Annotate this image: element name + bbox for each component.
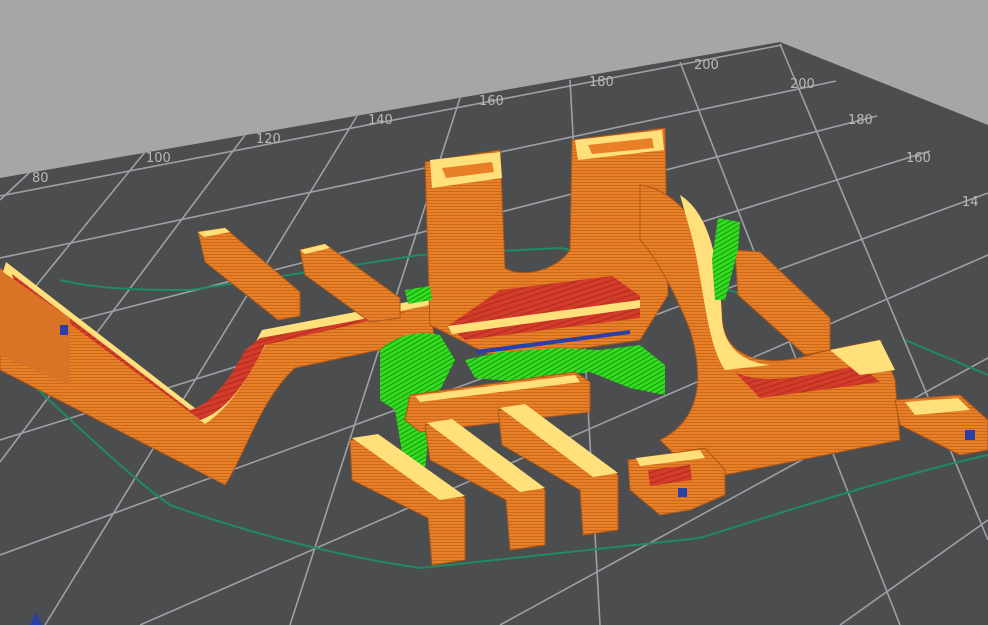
tick-label: 180 bbox=[848, 113, 873, 128]
3d-preview-viewport[interactable]: 80 100 120 140 160 180 200 200 180 160 1… bbox=[0, 0, 988, 625]
tick-label: 180 bbox=[589, 75, 614, 90]
tick-label: 160 bbox=[906, 151, 931, 166]
tick-label: 140 bbox=[368, 113, 393, 128]
tick-label: 80 bbox=[32, 171, 49, 186]
3d-scene[interactable]: 80 100 120 140 160 180 200 200 180 160 1… bbox=[0, 0, 988, 625]
tick-label: 100 bbox=[146, 151, 171, 166]
tick-label: 160 bbox=[479, 94, 504, 109]
tick-label: 200 bbox=[790, 77, 815, 92]
tick-label: 120 bbox=[256, 132, 281, 147]
tick-label: 14 bbox=[962, 195, 979, 210]
tick-label: 200 bbox=[694, 58, 719, 73]
